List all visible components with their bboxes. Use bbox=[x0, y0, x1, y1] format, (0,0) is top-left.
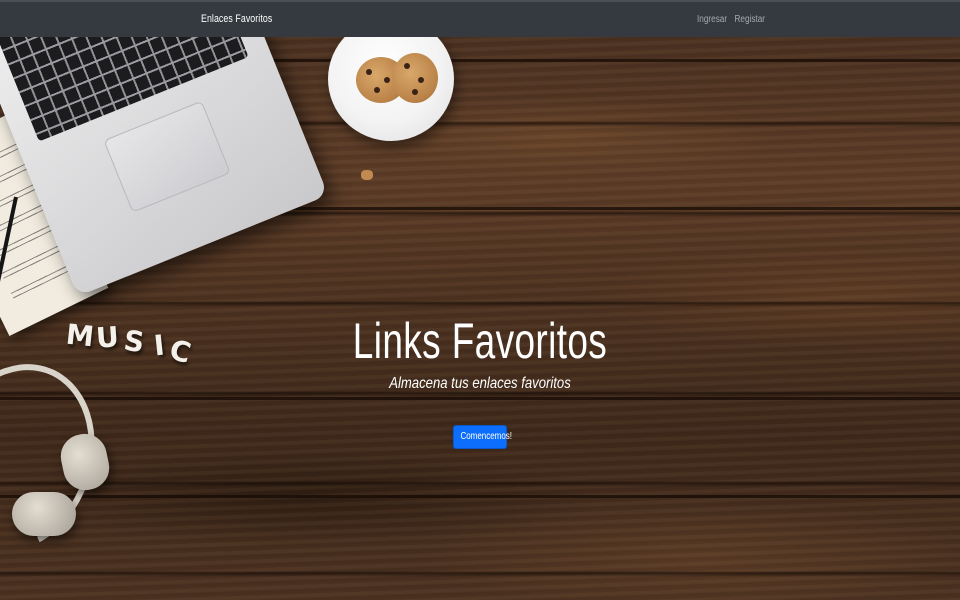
decor-letter: U bbox=[94, 320, 120, 355]
get-started-label: Comencemos! bbox=[460, 431, 513, 442]
hero-title: Links Favoritos bbox=[352, 313, 608, 369]
decor-letter: M bbox=[64, 317, 96, 354]
top-navbar: Enlaces Favoritos Ingresar Registar bbox=[0, 0, 960, 37]
wood-plank-seam bbox=[0, 495, 960, 498]
nav-link-registar[interactable]: Registar bbox=[734, 14, 765, 25]
cookie-crumb-image bbox=[361, 170, 373, 180]
get-started-button[interactable]: Comencemos! bbox=[453, 425, 512, 449]
headphones-cup-image bbox=[12, 492, 76, 536]
hero-subtitle: Almacena tus enlaces favoritos bbox=[389, 375, 571, 392]
wood-plank-seam bbox=[0, 397, 960, 400]
hero-section: M U S I C Links Favoritos Almacena tus e… bbox=[0, 37, 960, 600]
trackpad-image bbox=[103, 100, 231, 213]
nav-links: Ingresar Registar bbox=[697, 14, 772, 25]
nav-link-ingresar[interactable]: Ingresar bbox=[697, 14, 727, 25]
cookie-image bbox=[392, 53, 438, 103]
brand-link[interactable]: Enlaces Favoritos bbox=[201, 13, 272, 25]
cookie-plate-image bbox=[328, 37, 454, 141]
